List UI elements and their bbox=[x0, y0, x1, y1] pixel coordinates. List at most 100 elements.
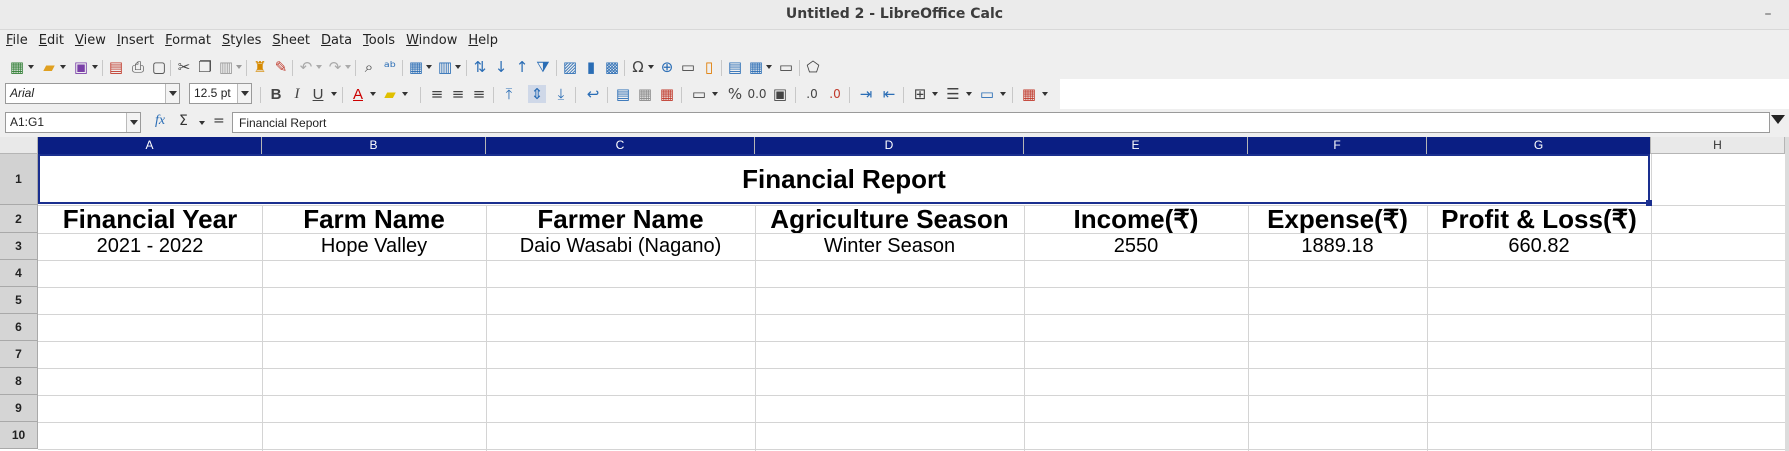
font-color-dropdown-icon[interactable] bbox=[370, 92, 376, 96]
conditional-format-icon[interactable]: ▦ bbox=[1020, 85, 1038, 103]
row-header-6[interactable]: 6 bbox=[0, 314, 38, 341]
chevron-down-icon[interactable] bbox=[237, 84, 251, 103]
merge-center-icon[interactable]: ▤ bbox=[614, 85, 632, 103]
expand-formula-bar-icon[interactable] bbox=[1771, 115, 1785, 124]
save-icon[interactable]: ▣ bbox=[72, 58, 90, 76]
increase-indent-icon[interactable]: ⇥ bbox=[857, 85, 875, 103]
data-cell-farm-name[interactable]: Hope Valley bbox=[262, 233, 486, 260]
pivot-table-icon[interactable]: ▩ bbox=[603, 58, 621, 76]
header-footer-icon[interactable]: ▯ bbox=[700, 58, 718, 76]
data-cell-agriculture-season[interactable]: Winter Season bbox=[755, 233, 1024, 260]
undo-icon[interactable]: ↶ bbox=[297, 58, 315, 76]
open-dropdown-icon[interactable] bbox=[60, 65, 66, 69]
column-header-f[interactable]: F bbox=[1248, 137, 1427, 154]
header-cell-profit-loss[interactable]: Profit & Loss(₹) bbox=[1427, 205, 1651, 233]
paste-icon[interactable]: ▥ bbox=[217, 58, 235, 76]
row-icon[interactable]: ▦ bbox=[407, 58, 425, 76]
formula-input[interactable]: Financial Report bbox=[232, 112, 1770, 133]
font-name-combobox[interactable]: Arial bbox=[5, 83, 180, 104]
sort-icon[interactable]: ⇅ bbox=[471, 58, 489, 76]
new-dropdown-icon[interactable] bbox=[28, 65, 34, 69]
freeze-dropdown-icon[interactable] bbox=[766, 65, 772, 69]
sum-icon[interactable]: Σ bbox=[179, 113, 188, 129]
menu-file[interactable]: File bbox=[0, 30, 33, 48]
menu-view[interactable]: View bbox=[69, 30, 111, 48]
autofilter-icon[interactable]: ⧩ bbox=[534, 58, 552, 76]
menu-window[interactable]: Window bbox=[400, 30, 462, 48]
special-character-icon[interactable]: Ω bbox=[629, 58, 647, 76]
export-pdf-icon[interactable]: ▤ bbox=[107, 58, 125, 76]
clear-formatting-icon[interactable]: ✎ bbox=[272, 58, 290, 76]
open-folder-icon[interactable]: ▰ bbox=[40, 58, 58, 76]
spreadsheet-grid[interactable]: A B C D E F G H 1 2 3 4 5 6 7 8 9 10 Fin… bbox=[0, 137, 1789, 451]
save-dropdown-icon[interactable] bbox=[92, 65, 98, 69]
comment-icon[interactable]: ▭ bbox=[679, 58, 697, 76]
merge-cells-icon[interactable]: ▦ bbox=[636, 85, 654, 103]
chevron-down-icon[interactable] bbox=[165, 84, 179, 103]
name-box[interactable]: A1:G1 bbox=[5, 112, 141, 133]
sort-ascending-icon[interactable]: ↓ bbox=[492, 58, 510, 76]
percent-format-icon[interactable]: % bbox=[726, 85, 744, 103]
data-cell-profit-loss[interactable]: 660.82 bbox=[1427, 233, 1651, 260]
column-header-h[interactable]: H bbox=[1651, 137, 1785, 154]
redo-dropdown-icon[interactable] bbox=[345, 65, 351, 69]
menu-styles[interactable]: Styles bbox=[216, 30, 266, 48]
align-center-icon[interactable]: ≡ bbox=[449, 85, 467, 103]
chevron-down-icon[interactable] bbox=[126, 113, 140, 132]
sort-descending-icon[interactable]: ↑ bbox=[513, 58, 531, 76]
find-replace-icon[interactable]: ⌕ bbox=[360, 58, 378, 76]
special-character-dropdown-icon[interactable] bbox=[648, 65, 654, 69]
italic-icon[interactable]: I bbox=[288, 85, 306, 103]
border-style-dropdown-icon[interactable] bbox=[966, 92, 972, 96]
currency-dropdown-icon[interactable] bbox=[712, 92, 718, 96]
clone-formatting-icon[interactable]: ♜ bbox=[251, 58, 269, 76]
menu-format[interactable]: Format bbox=[159, 30, 216, 48]
data-cell-farmer-name[interactable]: Daio Wasabi (Nagano) bbox=[486, 233, 755, 260]
menu-tools[interactable]: Tools bbox=[357, 30, 400, 48]
copy-icon[interactable]: ❐ bbox=[196, 58, 214, 76]
unmerge-cells-icon[interactable]: ▦ bbox=[658, 85, 676, 103]
border-color-dropdown-icon[interactable] bbox=[1000, 92, 1006, 96]
column-dropdown-icon[interactable] bbox=[455, 65, 461, 69]
currency-format-icon[interactable]: ▭ bbox=[690, 85, 708, 103]
data-cell-expense[interactable]: 1889.18 bbox=[1248, 233, 1427, 260]
underline-dropdown-icon[interactable] bbox=[331, 92, 337, 96]
menu-help[interactable]: Help bbox=[462, 30, 503, 48]
paste-dropdown-icon[interactable] bbox=[236, 65, 242, 69]
border-style-icon[interactable]: ☰ bbox=[944, 85, 962, 103]
spelling-icon[interactable]: ᵃᵇ bbox=[381, 58, 399, 76]
bold-icon[interactable]: B bbox=[267, 85, 285, 103]
print-preview-icon[interactable]: ▢ bbox=[150, 58, 168, 76]
row-header-2[interactable]: 2 bbox=[0, 205, 38, 233]
align-bottom-icon[interactable]: ⤓ bbox=[552, 85, 570, 103]
row-header-1[interactable]: 1 bbox=[0, 154, 38, 205]
borders-icon[interactable]: ⊞ bbox=[911, 85, 929, 103]
highlight-color-icon[interactable]: ▰ bbox=[381, 85, 399, 103]
date-format-icon[interactable]: ▣ bbox=[771, 85, 789, 103]
split-window-icon[interactable]: ▭ bbox=[777, 58, 795, 76]
column-header-c[interactable]: C bbox=[486, 137, 755, 154]
font-size-combobox[interactable]: 12.5 pt bbox=[189, 83, 252, 104]
header-cell-financial-year[interactable]: Financial Year bbox=[38, 205, 262, 233]
cut-icon[interactable]: ✂ bbox=[175, 58, 193, 76]
row-dropdown-icon[interactable] bbox=[426, 65, 432, 69]
header-cell-agriculture-season[interactable]: Agriculture Season bbox=[755, 205, 1024, 233]
column-header-e[interactable]: E bbox=[1024, 137, 1248, 154]
row-header-8[interactable]: 8 bbox=[0, 368, 38, 395]
define-print-area-icon[interactable]: ▤ bbox=[726, 58, 744, 76]
undo-dropdown-icon[interactable] bbox=[316, 65, 322, 69]
select-all-corner[interactable] bbox=[0, 137, 38, 154]
minimize-button[interactable]: – bbox=[1757, 4, 1779, 26]
row-header-7[interactable]: 7 bbox=[0, 341, 38, 368]
show-draw-functions-icon[interactable]: ⬠ bbox=[804, 58, 822, 76]
underline-icon[interactable]: U bbox=[309, 85, 327, 103]
row-header-3[interactable]: 3 bbox=[0, 233, 38, 260]
freeze-rows-columns-icon[interactable]: ▦ bbox=[747, 58, 765, 76]
data-cell-income[interactable]: 2550 bbox=[1024, 233, 1248, 260]
align-right-icon[interactable]: ≡ bbox=[470, 85, 488, 103]
header-cell-farmer-name[interactable]: Farmer Name bbox=[486, 205, 755, 233]
vertical-scrollbar[interactable] bbox=[1785, 137, 1789, 451]
new-document-icon[interactable]: ▦ bbox=[8, 58, 26, 76]
delete-decimal-icon[interactable]: .0 bbox=[826, 85, 844, 103]
formula-icon[interactable]: = bbox=[213, 113, 225, 129]
